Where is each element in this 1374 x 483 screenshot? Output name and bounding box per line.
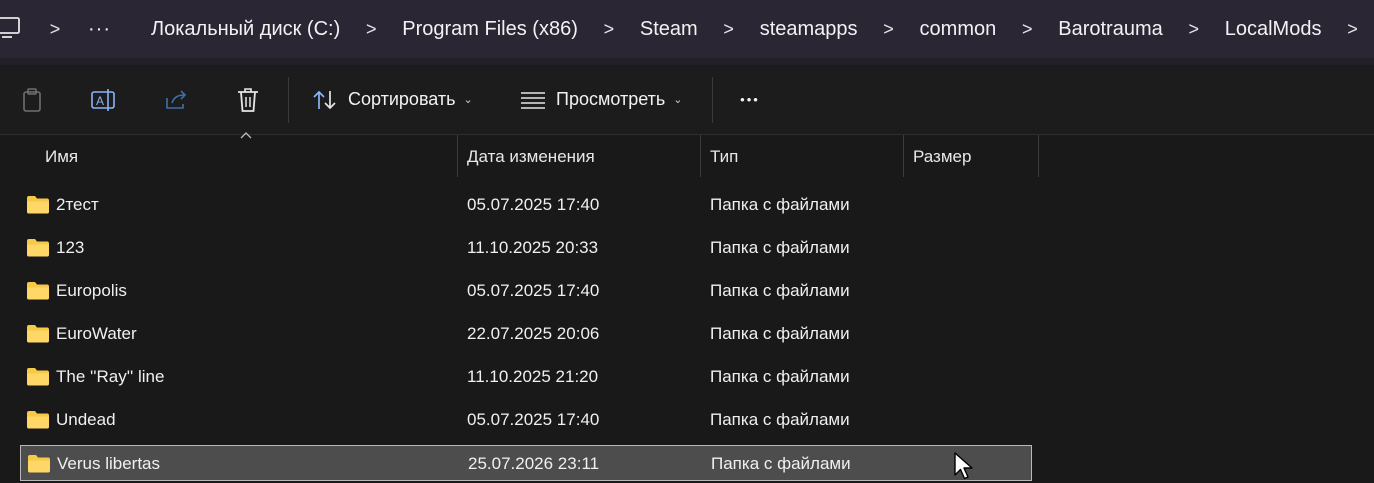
file-type: Папка с файлами — [711, 454, 851, 473]
column-resize-handle[interactable] — [1038, 135, 1039, 177]
address-bar-divider — [0, 58, 1374, 65]
mouse-cursor-icon — [954, 452, 973, 480]
svg-text:A: A — [96, 94, 104, 108]
chevron-right-icon[interactable]: > — [360, 19, 382, 40]
chevron-right-icon[interactable]: > — [1016, 19, 1038, 40]
toolbar-divider — [288, 77, 289, 123]
chevron-down-icon: ⌄ — [463, 94, 473, 106]
file-date: 25.07.2026 23:11 — [468, 454, 600, 473]
file-name[interactable]: EuroWater — [56, 316, 137, 352]
file-name[interactable]: Undead — [56, 402, 116, 438]
sort-button[interactable]: Сортировать ⌄ — [312, 65, 473, 134]
toolbar-divider — [712, 77, 713, 123]
column-resize-handle[interactable] — [903, 135, 904, 177]
file-name[interactable]: The ''Ray'' line — [56, 359, 164, 395]
view-button[interactable]: Просмотреть ⌄ — [520, 65, 682, 134]
folder-icon — [27, 325, 49, 343]
folder-icon — [27, 282, 49, 300]
file-name[interactable]: 123 — [56, 230, 84, 266]
breadcrumb-steamapps[interactable]: steamapps — [760, 18, 858, 41]
breadcrumb-common[interactable]: common — [920, 18, 997, 41]
file-date: 11.10.2025 21:20 — [467, 367, 599, 386]
share-icon — [166, 89, 187, 109]
command-bar: A Сортировать ⌄ Просмотреть ⌄ ••• — [0, 65, 1374, 135]
column-header: Имя Дата изменения Тип Размер — [0, 135, 1374, 177]
breadcrumb-barotrauma[interactable]: Barotrauma — [1058, 18, 1163, 41]
file-type: Папка с файлами — [710, 367, 850, 386]
view-icon — [521, 91, 545, 109]
file-date: 05.07.2025 17:40 — [467, 410, 600, 429]
breadcrumb-steam[interactable]: Steam — [640, 18, 698, 41]
file-type: Папка с файлами — [710, 410, 850, 429]
breadcrumb-local-disk[interactable]: Локальный диск (C:) — [151, 18, 340, 41]
delete-icon — [238, 87, 258, 112]
file-date: 05.07.2025 17:40 — [467, 195, 600, 214]
more-icon: ••• — [740, 92, 760, 107]
copy-icon — [23, 87, 41, 112]
folder-icon — [27, 239, 49, 257]
file-row[interactable]: 2тест 05.07.2025 17:40 Папка с файлами — [20, 187, 1032, 223]
column-resize-handle[interactable] — [457, 135, 458, 177]
file-row[interactable]: Verus libertas 25.07.2026 23:11 Папка с фа… — [20, 445, 1032, 481]
column-header-name[interactable]: Имя — [45, 135, 78, 177]
file-type: Папка с файлами — [710, 281, 850, 300]
file-row[interactable]: 123 11.10.2025 20:33 Папка с файлами — [20, 230, 1032, 266]
chevron-right-icon[interactable]: > — [44, 19, 66, 40]
file-name[interactable]: Verus libertas — [57, 446, 160, 482]
file-type: Папка с файлами — [710, 324, 850, 343]
file-row[interactable]: Europolis 05.07.2025 17:40 Папка с файлами — [20, 273, 1032, 309]
column-header-size[interactable]: Размер — [913, 135, 971, 177]
file-date: 22.07.2025 20:06 — [467, 324, 600, 343]
sort-icon — [313, 90, 336, 109]
column-header-date[interactable]: Дата изменения — [467, 135, 595, 177]
breadcrumb-overflow-button[interactable]: ··· — [88, 18, 111, 41]
copy-button[interactable] — [14, 65, 52, 134]
file-row[interactable]: The ''Ray'' line 11.10.2025 21:20 Папка с … — [20, 359, 1032, 395]
computer-icon[interactable] — [0, 17, 20, 39]
sort-button-label: Сортировать — [348, 89, 456, 109]
chevron-down-icon: ⌄ — [673, 94, 683, 106]
chevron-right-icon[interactable]: > — [878, 19, 900, 40]
folder-icon — [27, 368, 49, 386]
column-resize-handle[interactable] — [700, 135, 701, 177]
breadcrumb: > ··· Локальный диск (C:) > Program File… — [44, 0, 1363, 58]
chevron-right-icon[interactable]: > — [1183, 19, 1205, 40]
chevron-right-icon[interactable]: > — [1341, 19, 1363, 40]
file-type: Папка с файлами — [710, 195, 850, 214]
file-date: 11.10.2025 20:33 — [467, 238, 599, 257]
view-button-label: Просмотреть — [556, 89, 666, 109]
folder-icon — [27, 196, 49, 214]
rename-button[interactable]: A — [84, 65, 124, 134]
delete-button[interactable] — [230, 65, 266, 134]
chevron-right-icon[interactable]: > — [598, 19, 620, 40]
more-button[interactable]: ••• — [730, 65, 770, 134]
address-bar[interactable]: > ··· Локальный диск (C:) > Program File… — [0, 0, 1374, 58]
breadcrumb-program-files[interactable]: Program Files (x86) — [402, 18, 578, 41]
file-name[interactable]: Europolis — [56, 273, 127, 309]
file-row[interactable]: Undead 05.07.2025 17:40 Папка с файлами — [20, 402, 1032, 438]
file-type: Папка с файлами — [710, 238, 850, 257]
folder-icon — [28, 455, 50, 473]
chevron-right-icon[interactable]: > — [718, 19, 740, 40]
column-header-type[interactable]: Тип — [710, 135, 738, 177]
file-row[interactable]: EuroWater 22.07.2025 20:06 Папка с файлами — [20, 316, 1032, 352]
folder-icon — [27, 411, 49, 429]
file-date: 05.07.2025 17:40 — [467, 281, 600, 300]
breadcrumb-localmods[interactable]: LocalMods — [1225, 18, 1322, 41]
rename-icon: A — [91, 88, 115, 111]
file-name[interactable]: 2тест — [56, 187, 99, 223]
share-button[interactable] — [158, 65, 194, 134]
